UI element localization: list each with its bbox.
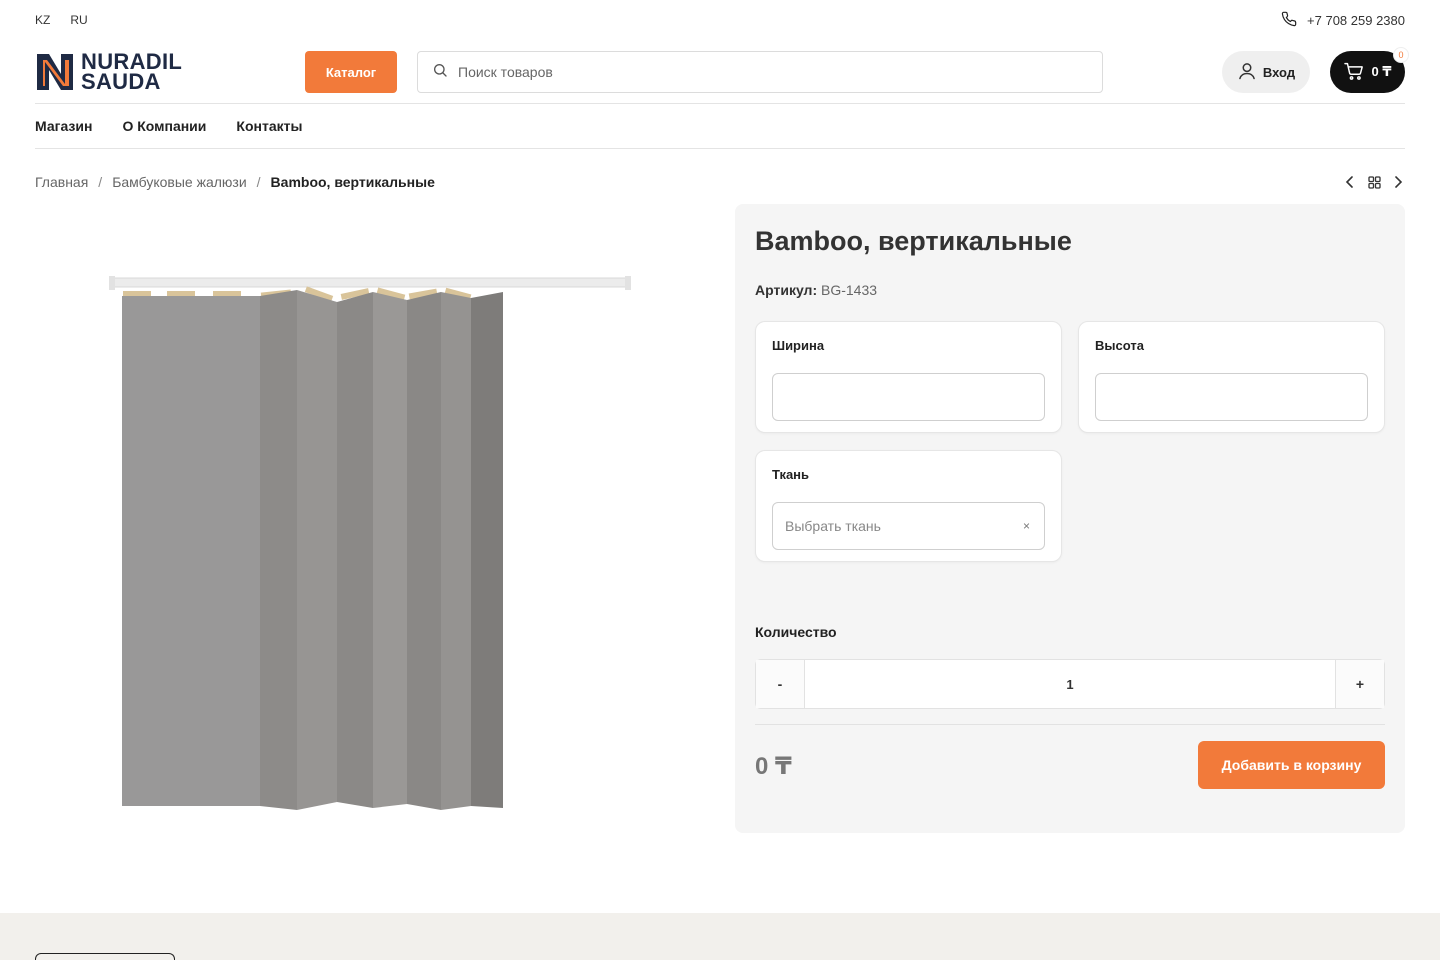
login-label: Вход xyxy=(1262,64,1296,80)
product-pager xyxy=(1343,170,1405,194)
breadcrumb-separator: / xyxy=(98,174,103,190)
language-switcher: KZ RU xyxy=(35,13,88,27)
grid-icon[interactable] xyxy=(1367,175,1381,189)
phone-number: +7 708 259 2380 xyxy=(1307,12,1405,28)
breadcrumb-category[interactable]: Бамбуковые жалюзи xyxy=(112,174,246,190)
product-panel: Bamboo, вертикальные Артикул: BG-1433 Ши… xyxy=(735,204,1405,833)
width-input[interactable] xyxy=(772,373,1045,421)
breadcrumb-separator: / xyxy=(256,174,261,190)
footer-element xyxy=(35,953,175,960)
fabric-select[interactable]: Выбрать ткань × xyxy=(772,502,1045,550)
breadcrumb-home[interactable]: Главная xyxy=(35,174,88,190)
catalog-button[interactable]: Каталог xyxy=(305,51,397,93)
phone-contact[interactable]: +7 708 259 2380 xyxy=(1281,11,1405,30)
login-button[interactable]: Вход xyxy=(1222,51,1310,93)
cart-button[interactable]: 0 ₸ 0 xyxy=(1330,47,1409,93)
search-input[interactable] xyxy=(458,64,1058,80)
nav-divider xyxy=(35,148,1405,149)
search-icon xyxy=(432,62,448,83)
quantity-label: Количество xyxy=(755,624,837,640)
product-image xyxy=(109,276,631,810)
quantity-decrease-button[interactable]: - xyxy=(756,660,804,708)
product-price: 0 ₸ xyxy=(755,753,792,780)
lang-kz[interactable]: KZ xyxy=(35,13,50,27)
logo-mark-icon xyxy=(37,54,73,90)
product-title: Bamboo, вертикальные xyxy=(755,226,1072,256)
user-icon xyxy=(1237,61,1257,84)
nav-item-about[interactable]: О Компании xyxy=(122,118,206,134)
breadcrumb-current: Bamboo, вертикальные xyxy=(270,174,435,190)
quantity-stepper: - 1 + xyxy=(755,659,1385,709)
sku-label: Артикул: xyxy=(755,282,818,298)
nav-item-contacts[interactable]: Контакты xyxy=(236,118,302,134)
quantity-input[interactable]: 1 xyxy=(804,660,1336,708)
cart-icon xyxy=(1343,62,1364,83)
logo-line2: SAUDA xyxy=(81,69,161,94)
clear-icon[interactable]: × xyxy=(1023,519,1030,533)
phone-icon xyxy=(1281,11,1297,30)
add-to-cart-button[interactable]: Добавить в корзину xyxy=(1198,741,1385,789)
height-input[interactable] xyxy=(1095,373,1368,421)
lang-ru[interactable]: RU xyxy=(70,13,87,27)
fabric-field-card: Ткань Выбрать ткань × xyxy=(755,450,1062,562)
quantity-increase-button[interactable]: + xyxy=(1336,660,1384,708)
main-nav: Магазин О Компании Контакты xyxy=(35,104,302,148)
fabric-placeholder: Выбрать ткань xyxy=(785,518,881,534)
width-field-card: Ширина xyxy=(755,321,1062,433)
logo[interactable]: NURADIL SAUDA xyxy=(35,51,305,94)
header: NURADIL SAUDA Каталог Вход 0 ₸ 0 xyxy=(35,44,1409,100)
nav-item-shop[interactable]: Магазин xyxy=(35,118,92,134)
chevron-left-icon[interactable] xyxy=(1343,175,1357,189)
chevron-right-icon[interactable] xyxy=(1391,175,1405,189)
footer-section xyxy=(0,913,1440,960)
cart-total: 0 ₸ xyxy=(1371,64,1392,79)
height-label: Высота xyxy=(1095,338,1144,353)
top-bar: KZ RU +7 708 259 2380 xyxy=(35,0,1405,40)
search-bar[interactable] xyxy=(417,51,1103,93)
fabric-label: Ткань xyxy=(772,467,810,482)
height-field-card: Высота xyxy=(1078,321,1385,433)
breadcrumb: Главная / Бамбуковые жалюзи / Bamboo, ве… xyxy=(35,170,435,194)
price-divider xyxy=(755,724,1385,725)
cart-count-badge: 0 xyxy=(1393,47,1409,63)
sku-value: BG-1433 xyxy=(821,282,878,298)
product-sku: Артикул: BG-1433 xyxy=(755,282,877,298)
width-label: Ширина xyxy=(772,338,825,353)
